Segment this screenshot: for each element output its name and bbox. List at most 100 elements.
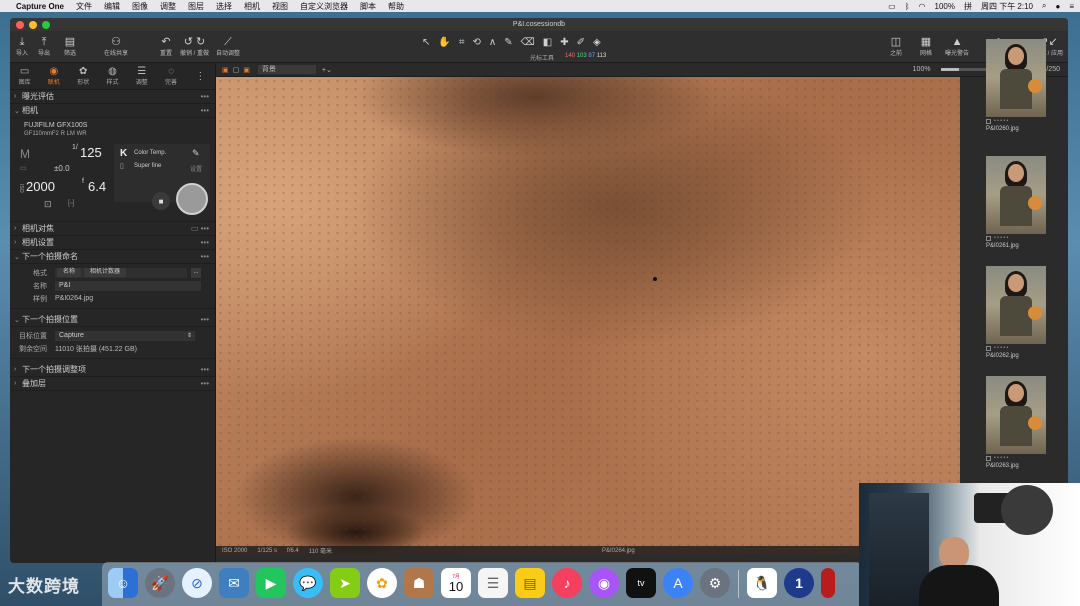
select-checkbox[interactable] bbox=[986, 118, 991, 124]
thumbnail[interactable]: • • • • • P&I0263.jpg bbox=[986, 376, 1046, 469]
menu-camera[interactable]: 相机 bbox=[244, 1, 260, 12]
grid-button[interactable]: ▦ 网格 bbox=[920, 36, 932, 57]
tab-capture[interactable]: ◉ 联机 bbox=[39, 63, 68, 89]
battery-percent[interactable]: 100% bbox=[935, 2, 955, 11]
eraser-tool-icon[interactable]: ⌫ bbox=[521, 37, 535, 48]
system-prefs-icon[interactable]: ⚙ bbox=[700, 568, 730, 598]
wifi-icon[interactable]: ◠ bbox=[919, 2, 926, 11]
appstore-icon[interactable]: A bbox=[663, 568, 693, 598]
notes-icon[interactable]: ▤ bbox=[515, 568, 545, 598]
section-menu-icon[interactable]: ••• bbox=[201, 92, 209, 101]
thumbnail[interactable]: • • • • • P&I0262.jpg bbox=[986, 266, 1046, 359]
rating-stars[interactable]: • • • • • bbox=[994, 235, 1008, 241]
menu-file[interactable]: 文件 bbox=[76, 1, 92, 12]
section-menu-icon[interactable]: ••• bbox=[201, 379, 209, 388]
thumbnail[interactable]: • • • • • P&I0261.jpg bbox=[986, 156, 1046, 249]
section-camera-focus[interactable]: › 相机对焦 ▭ ••• bbox=[10, 222, 215, 236]
ev-value[interactable]: ±0.0 bbox=[54, 164, 70, 173]
aperture-value[interactable]: 6.4 bbox=[88, 179, 106, 194]
layout-multi-icon[interactable]: ▢ bbox=[233, 66, 240, 74]
control-center-icon[interactable]: ≡ bbox=[1069, 2, 1074, 11]
tv-icon[interactable]: tv bbox=[626, 568, 656, 598]
export-button[interactable]: ⤒ 导出 bbox=[38, 36, 50, 57]
live-view-button[interactable]: ■ bbox=[152, 192, 170, 210]
clock[interactable]: 周四 下午 2:10 bbox=[981, 1, 1033, 12]
select-checkbox[interactable] bbox=[986, 345, 991, 351]
photos-icon[interactable]: ✿ bbox=[367, 568, 397, 598]
layout-single-icon[interactable]: ▣ bbox=[222, 66, 229, 74]
wb-mode[interactable]: Color Temp. bbox=[134, 150, 166, 156]
iso-value[interactable]: 2000 bbox=[26, 179, 55, 194]
rating-stars[interactable]: • • • • • bbox=[994, 455, 1008, 461]
menu-app[interactable]: Capture One bbox=[16, 2, 64, 11]
format-edit-button[interactable]: ... bbox=[191, 267, 201, 278]
reminders-icon[interactable]: ☰ bbox=[478, 568, 508, 598]
launchpad-icon[interactable]: 🚀 bbox=[145, 568, 175, 598]
section-menu-icon[interactable]: ••• bbox=[201, 106, 209, 115]
user-icon[interactable]: ● bbox=[1055, 2, 1060, 11]
brush-tool-icon[interactable]: ✎ bbox=[504, 37, 512, 48]
settings-link[interactable]: 设置 bbox=[190, 164, 202, 173]
menu-layer[interactable]: 图层 bbox=[188, 1, 204, 12]
picker-tool-icon[interactable]: ✐ bbox=[577, 37, 585, 48]
contacts-icon[interactable]: ☗ bbox=[404, 568, 434, 598]
compare-button[interactable]: ◫ 之前 bbox=[890, 36, 902, 57]
safari-icon[interactable]: ⊘ bbox=[182, 568, 212, 598]
input-source-icon[interactable]: 拼 bbox=[964, 1, 972, 12]
menu-view[interactable]: 视图 bbox=[272, 1, 288, 12]
search-icon[interactable]: ⌕ bbox=[1042, 1, 1046, 11]
format-field[interactable]: 名称 相机计数器 bbox=[55, 267, 187, 278]
quality-setting[interactable]: Super fine bbox=[134, 163, 161, 169]
thumbnail[interactable]: • • • • • P&I0260.jpg bbox=[986, 39, 1046, 132]
menu-image[interactable]: 图像 bbox=[132, 1, 148, 12]
filter-button[interactable]: ▤ 筛选 bbox=[64, 36, 76, 57]
layout-grid-icon[interactable]: ▣ bbox=[243, 66, 250, 74]
focus-area-icon[interactable]: [▫] bbox=[68, 200, 74, 207]
section-overlay[interactable]: › 叠加层 ••• bbox=[10, 377, 215, 391]
section-menu-icon[interactable]: ••• bbox=[201, 238, 209, 247]
gradient-tool-icon[interactable]: ◧ bbox=[543, 37, 552, 48]
pan-tool-icon[interactable]: ✋ bbox=[438, 37, 450, 48]
mail-stamp-icon[interactable]: ✉ bbox=[219, 568, 249, 598]
tab-more[interactable]: ⋮ bbox=[186, 63, 215, 89]
bluetooth-icon[interactable]: ᛒ bbox=[905, 2, 910, 11]
tab-library[interactable]: ▭ 图库 bbox=[10, 63, 39, 89]
add-icon[interactable]: +⌄ bbox=[322, 66, 332, 74]
maps-icon[interactable]: ➤ bbox=[330, 568, 360, 598]
zoom-value[interactable]: 100% bbox=[913, 66, 931, 73]
display-icon[interactable]: ▭ bbox=[888, 2, 896, 11]
image-viewer[interactable]: ISO 2000 1/125 s f/6.4 110 毫米 P&I0264.jp… bbox=[216, 77, 960, 555]
undo-redo-button[interactable]: ↺ ↻ 撤销 / 重做 bbox=[180, 36, 209, 57]
qq-icon[interactable]: 🐧 bbox=[747, 568, 777, 598]
auto-adjust-button[interactable]: ⟋ 自动调整 bbox=[216, 36, 240, 57]
capture-button[interactable] bbox=[176, 183, 208, 215]
section-next-adjust[interactable]: › 下一个拍摄调整项 ••• bbox=[10, 363, 215, 377]
menu-select[interactable]: 选择 bbox=[216, 1, 232, 12]
menu-script[interactable]: 脚本 bbox=[360, 1, 376, 12]
podcasts-icon[interactable]: ◉ bbox=[589, 568, 619, 598]
import-button[interactable]: ⤓ 导入 bbox=[16, 36, 28, 57]
section-menu-icon[interactable]: ••• bbox=[201, 365, 209, 374]
rating-stars[interactable]: • • • • • bbox=[994, 345, 1008, 351]
reset-button[interactable]: ↶ 重置 bbox=[160, 36, 172, 57]
menu-help[interactable]: 帮助 bbox=[388, 1, 404, 12]
metering-icon[interactable]: ⊡ bbox=[44, 199, 52, 210]
target-select[interactable]: Capture ⇕ bbox=[55, 330, 195, 341]
shutter-value[interactable]: 125 bbox=[80, 145, 102, 160]
rating-stars[interactable]: • • • • • bbox=[994, 118, 1008, 124]
section-exposure[interactable]: › 曝光评估 ••• bbox=[10, 90, 215, 104]
rotate-tool-icon[interactable]: ⟲ bbox=[472, 37, 480, 48]
section-camera-settings[interactable]: › 相机设置 ••• bbox=[10, 236, 215, 250]
tab-complete[interactable]: ◌ 完善 bbox=[156, 63, 185, 89]
menu-edit[interactable]: 编辑 bbox=[104, 1, 120, 12]
heal-tool-icon[interactable]: ✚ bbox=[560, 37, 568, 48]
menu-custom-browser[interactable]: 自定义浏览器 bbox=[300, 1, 348, 12]
section-menu-icon[interactable]: ••• bbox=[201, 315, 209, 324]
crop-tool-icon[interactable]: ⌗ bbox=[459, 37, 465, 48]
messages-icon[interactable]: 💬 bbox=[293, 568, 323, 598]
tab-shape[interactable]: ✿ 形状 bbox=[69, 63, 98, 89]
section-next-location[interactable]: ⌄ 下一个拍摄位置 ••• bbox=[10, 313, 215, 327]
section-menu-icon[interactable]: ▭ ••• bbox=[191, 224, 209, 233]
wb-tool-icon[interactable]: ◈ bbox=[593, 37, 601, 48]
keystone-tool-icon[interactable]: ∧ bbox=[489, 37, 496, 48]
